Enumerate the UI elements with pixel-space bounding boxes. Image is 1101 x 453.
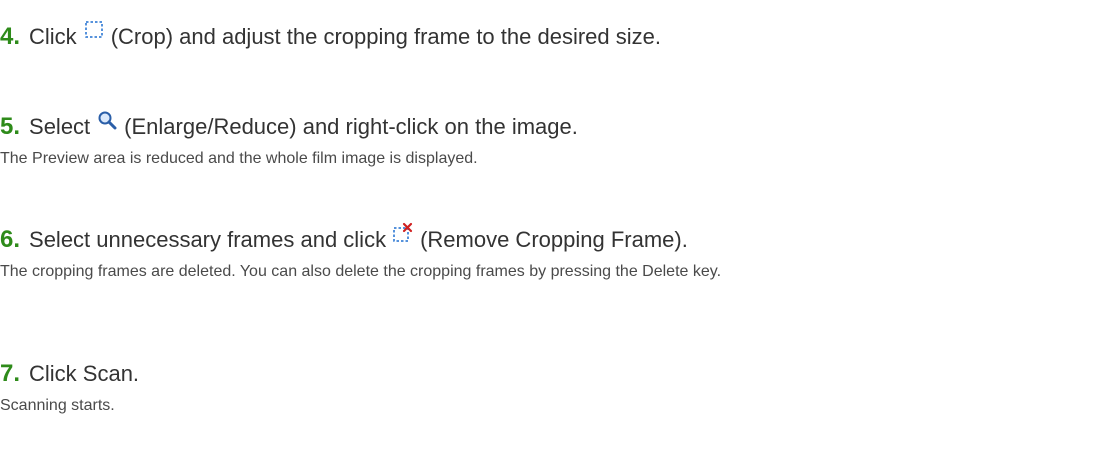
step-description: The Preview area is reduced and the whol… (0, 150, 478, 167)
step-5-heading: 5. Select (Enlarge/Reduce) and right-cli… (0, 109, 1101, 141)
step-number: 6. (0, 226, 21, 253)
crop-icon (83, 19, 105, 41)
magnifier-icon (96, 109, 118, 131)
step-number: 4. (0, 23, 21, 50)
step-text-after-icon: (Remove Cropping Frame). (420, 227, 688, 252)
step-text: Click Scan. (29, 361, 140, 386)
step-4: 4. Click (Crop) and adjust the cropping … (0, 19, 1101, 51)
step-7-heading: 7. Click Scan. (0, 360, 1101, 388)
step-text-after-icon: (Crop) and adjust the cropping frame to … (110, 24, 661, 49)
step-number: 7. (0, 360, 21, 387)
remove-cropping-frame-icon (392, 222, 414, 244)
step-7: 7. Click Scan. Scanning starts. (0, 360, 1101, 418)
step-5: 5. Select (Enlarge/Reduce) and right-cli… (0, 109, 1101, 171)
step-description: Scanning starts. (0, 397, 115, 414)
step-text-before-icon: Click (29, 24, 77, 49)
step-description: The cropping frames are deleted. You can… (0, 263, 722, 280)
step-text-before-icon: Select unnecessary frames and click (29, 227, 387, 252)
step-6-heading: 6. Select unnecessary frames and click (… (0, 222, 1101, 254)
step-4-heading: 4. Click (Crop) and adjust the cropping … (0, 19, 1101, 51)
step-text-after-icon: (Enlarge/Reduce) and right-click on the … (124, 114, 578, 139)
step-6: 6. Select unnecessary frames and click (… (0, 222, 1101, 284)
step-text-before-icon: Select (29, 114, 91, 139)
step-number: 5. (0, 113, 21, 140)
